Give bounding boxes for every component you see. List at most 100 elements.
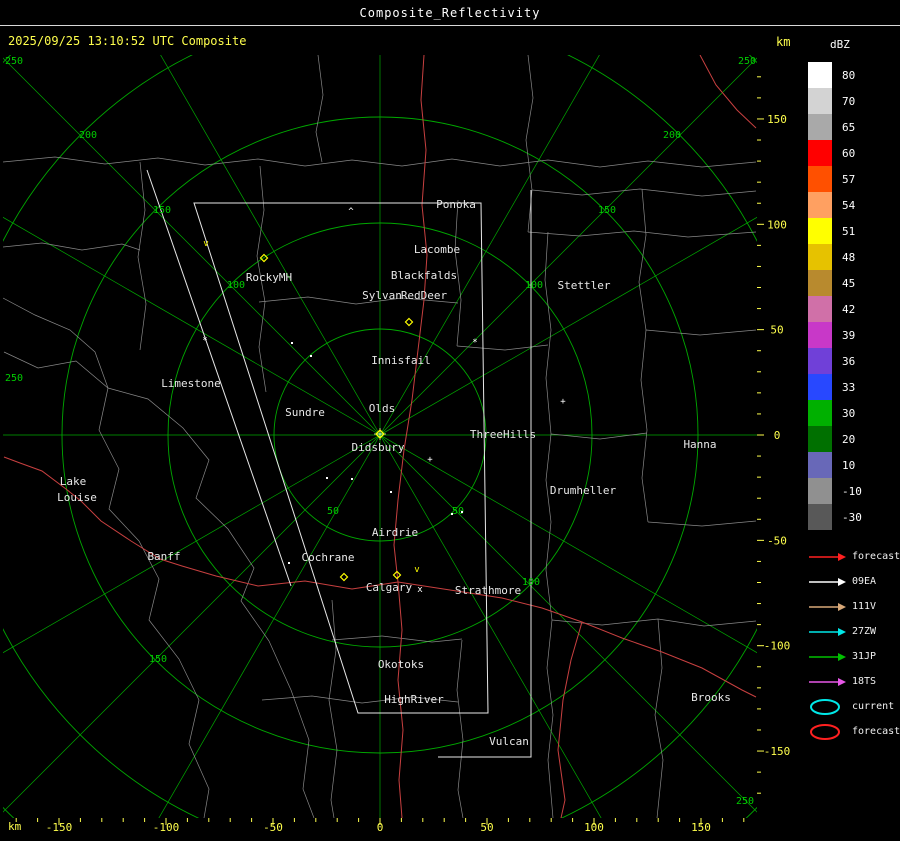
colorbar-value: 54 (842, 198, 856, 212)
legend-label: current (852, 701, 895, 712)
range-ring-label: 100 (227, 280, 245, 291)
city-label: RedDeer (401, 289, 448, 302)
colorbar-entry: 70 (808, 88, 862, 114)
colorbar-value: -30 (842, 510, 862, 524)
colorbar-value: 42 (842, 302, 856, 316)
range-ring-label: 100 (522, 577, 540, 588)
colorbar-value: 57 (842, 172, 856, 186)
city-label: Lacombe (414, 243, 460, 256)
legend-arrow-icon (809, 627, 846, 636)
city-label: Okotoks (378, 658, 424, 671)
colorbar-value: 10 (842, 458, 856, 472)
v-marker: v (203, 239, 208, 249)
colorbar-value: 36 (842, 354, 856, 368)
colorbar-swatch (808, 348, 832, 374)
city-label: ThreeHills (470, 428, 536, 441)
city-label: Didsbury (352, 441, 405, 454)
colorbar-swatch (808, 192, 832, 218)
city-label: Brooks (691, 691, 731, 704)
right-axis-tick-label: 100 (767, 218, 787, 231)
legend-item: forecast (808, 719, 900, 744)
colorbar-entry: 39 (808, 322, 862, 348)
colorbar-entry: 54 (808, 192, 862, 218)
range-ring-label: 200 (663, 130, 681, 141)
right-axis-tick-label: 0 (774, 429, 781, 442)
x-marker: x (417, 585, 423, 595)
city-label: Olds (369, 402, 396, 415)
town-dot-marker (310, 355, 312, 357)
timestamp-label: 2025/09/25 13:10:52 UTC Composite (8, 34, 247, 48)
colorbar-swatch (808, 478, 832, 504)
city-diamond-marker (339, 572, 349, 582)
bottom-axis-tick-label: 100 (584, 821, 604, 834)
colorbar: 80 70 65 60 57 54 51 48 45 42 39 36 33 30 20 10 -10 -30 (808, 62, 862, 530)
colorbar-entry: 80 (808, 62, 862, 88)
city-label: Sylvan (362, 289, 402, 302)
colorbar-value: 70 (842, 94, 856, 108)
city-diamond-marker (404, 317, 414, 327)
bottom-axis-tick-label: 0 (377, 821, 384, 834)
range-ring-label: 250 (5, 56, 23, 67)
right-axis-tick-label: 50 (770, 324, 783, 337)
colorbar-swatch (808, 166, 832, 192)
city-label: Lake (60, 475, 87, 488)
colorbar-entry: 57 (808, 166, 862, 192)
colorbar-value: 51 (842, 224, 856, 238)
range-rings (3, 55, 757, 818)
range-ring-label: 250 (736, 796, 754, 807)
city-label: Cochrane (302, 551, 355, 564)
v-marker: v (414, 565, 419, 575)
legend-label: 27ZW (852, 626, 877, 637)
legend-label: 18TS (852, 676, 877, 687)
colorbar-value: 80 (842, 68, 856, 82)
city-label: Strathmore (455, 584, 521, 597)
town-dot-marker (451, 513, 453, 515)
legend-item: current (808, 694, 900, 719)
colorbar-entry: 51 (808, 218, 862, 244)
legend-item: 111V (808, 594, 900, 619)
colorbar-entry: 65 (808, 114, 862, 140)
legend-arrow-icon (809, 677, 846, 686)
star-marker: * (202, 336, 207, 346)
colorbar-swatch (808, 322, 832, 348)
city-labels: Ponoka Lacombe Blackfalds SylvanRedDeer Stet… (57, 198, 731, 748)
legend-label: forecast (852, 551, 900, 562)
city-label: Calgary (366, 581, 413, 594)
range-ring-label: 200 (79, 130, 97, 141)
bottom-axis-tick-label: -100 (153, 821, 180, 834)
legend-label: 09EA (852, 576, 877, 587)
city-label: Airdrie (372, 526, 418, 539)
colorbar-value: 65 (842, 120, 856, 134)
colorbar-swatch (808, 400, 832, 426)
right-axis-tick-label: 150 (767, 113, 787, 126)
radar-map[interactable]: 250200150100 10015020025025015050 50100250… (0, 0, 900, 841)
colorbar-value: 45 (842, 276, 856, 290)
colorbar-swatch (808, 374, 832, 400)
colorbar-swatch (808, 296, 832, 322)
legend-item: 31JP (808, 644, 900, 669)
legend-arrow-icon (809, 577, 846, 586)
colorbar-value: -10 (842, 484, 862, 498)
azimuth-spokes (3, 55, 757, 818)
bottom-axis-tick-label: 50 (480, 821, 493, 834)
colorbar-swatch (808, 426, 832, 452)
colorbar-swatch (808, 270, 832, 296)
legend-arrow-icon (809, 652, 846, 661)
range-ring-label: 150 (149, 654, 167, 665)
legend-ellipse-icon (810, 723, 840, 740)
bottom-axis-unit-label: km (8, 820, 22, 833)
range-ring-label: 150 (598, 205, 616, 216)
range-ring-label: 100 (525, 280, 543, 291)
colorbar-swatch (808, 140, 832, 166)
city-label: Drumheller (550, 484, 617, 497)
bottom-axis-tick-label: 150 (691, 821, 711, 834)
plus-marker: + (560, 397, 566, 407)
city-label: HighRiver (384, 693, 444, 706)
city-label: Hanna (683, 438, 716, 451)
colorbar-entry: -30 (808, 504, 862, 530)
colorbar-entry: -10 (808, 478, 862, 504)
city-label: Blackfalds (391, 269, 457, 282)
town-dot-marker (291, 342, 293, 344)
town-dot-marker (461, 511, 463, 513)
city-label: Innisfail (371, 354, 431, 367)
